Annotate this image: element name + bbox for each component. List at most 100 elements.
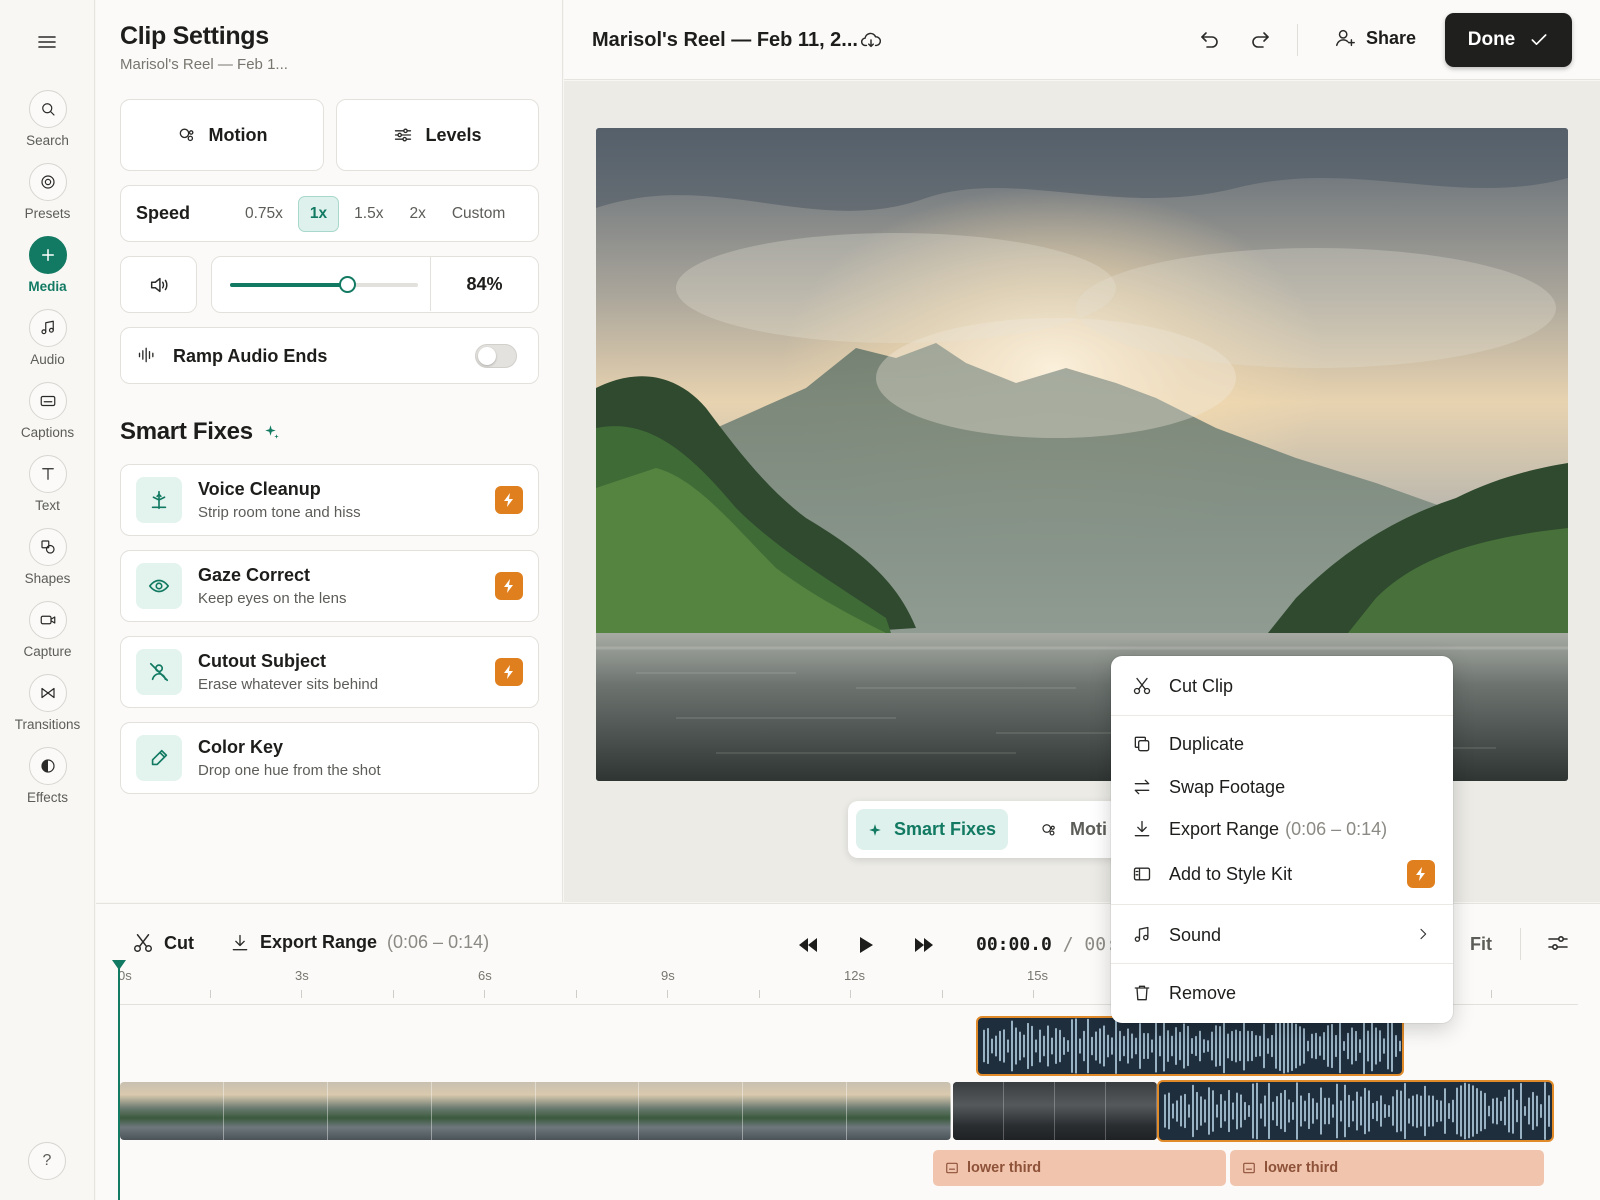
volume-slider[interactable] xyxy=(230,276,418,293)
ruler-tick xyxy=(850,990,851,998)
speed-option-1.5x[interactable]: 1.5x xyxy=(343,197,394,231)
video-clip-dark[interactable] xyxy=(953,1082,1157,1140)
premium-bolt-icon xyxy=(495,486,523,514)
cut-button[interactable]: Cut xyxy=(132,932,194,954)
rail-item-capture[interactable]: Capture xyxy=(0,601,95,659)
panel-title: Clip Settings xyxy=(120,22,269,50)
lower-third-clip[interactable]: lower third xyxy=(933,1150,1226,1186)
presets-icon xyxy=(28,163,67,201)
cloud-sync-icon[interactable] xyxy=(860,30,882,50)
fix-description: Strip room tone and hiss xyxy=(198,504,361,521)
tick-label: 3s xyxy=(295,968,309,983)
eyedropper-icon xyxy=(136,735,182,781)
play-button[interactable] xyxy=(851,930,881,960)
menu-item-cut-clip[interactable]: Cut Clip xyxy=(1111,666,1453,706)
clip-thumbnail xyxy=(1004,1082,1055,1140)
playhead[interactable] xyxy=(112,960,126,1200)
menu-item-add-to-style-kit[interactable]: Add to Style Kit xyxy=(1111,854,1453,894)
play-icon xyxy=(857,935,875,955)
menu-item-label: Duplicate xyxy=(1169,733,1245,754)
menu-item-remove[interactable]: Remove xyxy=(1111,973,1453,1013)
text-icon xyxy=(28,455,67,493)
volume-slider-fill xyxy=(230,283,347,287)
effects-icon xyxy=(28,747,67,785)
camera-icon xyxy=(28,601,67,639)
video-clip-selected-audio[interactable] xyxy=(1157,1080,1554,1142)
duplicate-icon xyxy=(1131,733,1153,755)
smart-fixes-heading: Smart Fixes xyxy=(120,418,281,446)
fix-card-voice-cleanup[interactable]: Voice Cleanup Strip room tone and hiss xyxy=(120,464,539,536)
menu-item-label: Sound xyxy=(1169,924,1222,945)
export-range-label: Export Range xyxy=(260,932,378,952)
trash-icon xyxy=(1131,982,1153,1004)
ruler-tick xyxy=(575,990,577,998)
redo-icon[interactable] xyxy=(1248,28,1272,52)
hamburger-menu-icon[interactable] xyxy=(35,30,59,54)
rail-item-shapes[interactable]: Shapes xyxy=(0,528,95,586)
timeline-settings-icon[interactable] xyxy=(1546,931,1570,955)
motion-button[interactable]: Motion xyxy=(120,99,324,171)
title-card-icon xyxy=(1242,1161,1256,1175)
mode-smart-fixes[interactable]: Smart Fixes xyxy=(856,809,1008,850)
levels-button[interactable]: Levels xyxy=(336,99,539,171)
menu-item-swap-footage[interactable]: Swap Footage xyxy=(1111,767,1453,807)
menu-item-duplicate[interactable]: Duplicate xyxy=(1111,724,1453,764)
music-note-icon xyxy=(1131,924,1153,946)
rail-item-transitions[interactable]: Transitions xyxy=(0,674,95,732)
tick-label: 6s xyxy=(478,968,492,983)
fix-title: Gaze Correct xyxy=(198,565,311,585)
eye-icon xyxy=(136,563,182,609)
lower-third-clip[interactable]: lower third xyxy=(1230,1150,1544,1186)
mode-motion[interactable]: Moti xyxy=(1040,809,1107,850)
video-clip-landscape[interactable] xyxy=(120,1082,951,1140)
audio-clip-selected[interactable] xyxy=(976,1016,1404,1076)
ruler-tick xyxy=(1033,990,1034,998)
audio-waveform xyxy=(1164,1082,1550,1140)
menu-item-export-range[interactable]: Export Range (0:06 – 0:14) xyxy=(1111,809,1453,849)
rail-item-media[interactable]: Media xyxy=(0,236,95,294)
volume-slider-thumb[interactable] xyxy=(338,276,356,293)
rail-label: Transitions xyxy=(14,717,81,732)
speed-option-1x[interactable]: 1x xyxy=(297,195,340,232)
help-button[interactable]: ? xyxy=(28,1142,66,1180)
rail-item-search[interactable]: Search xyxy=(0,90,95,148)
undo-icon[interactable] xyxy=(1198,28,1222,52)
plus-icon xyxy=(28,236,67,274)
fix-card-gaze-correct[interactable]: Gaze Correct Keep eyes on the lens xyxy=(120,550,539,622)
export-range-button[interactable]: Export Range (0:06 – 0:14) xyxy=(230,932,489,953)
speed-option-custom[interactable]: Custom xyxy=(441,197,516,231)
rail-item-captions[interactable]: Captions xyxy=(0,382,95,440)
speed-option-2x[interactable]: 2x xyxy=(398,197,436,231)
transitions-icon xyxy=(28,674,67,712)
premium-bolt-icon xyxy=(495,572,523,600)
mute-button[interactable] xyxy=(120,256,197,313)
panel-subtitle: Marisol's Reel — Feb 1... xyxy=(120,56,288,73)
fix-card-cutout-subject[interactable]: Cutout Subject Erase whatever sits behin… xyxy=(120,636,539,708)
fit-button[interactable]: Fit xyxy=(1470,934,1492,955)
lower-third-label: lower third xyxy=(1264,1160,1339,1176)
menu-item-range: (0:06 – 0:14) xyxy=(1285,818,1388,839)
menu-divider xyxy=(1111,963,1453,964)
project-title[interactable]: Marisol's Reel — Feb 11, 2... xyxy=(592,29,858,52)
clip-thumbnail xyxy=(847,1082,951,1140)
fix-card-color-key[interactable]: Color Key Drop one hue from the shot xyxy=(120,722,539,794)
menu-item-label: Add to Style Kit xyxy=(1169,863,1293,884)
rewind-button[interactable] xyxy=(793,930,823,960)
rail-label: Audio xyxy=(30,352,65,367)
fix-text: Color Key Drop one hue from the shot xyxy=(198,737,523,779)
ramp-audio-toggle[interactable] xyxy=(475,344,517,368)
tick-label: 12s xyxy=(844,968,865,983)
speed-label: Speed xyxy=(136,203,191,223)
rail-item-audio[interactable]: Audio xyxy=(0,309,95,367)
share-label: Share xyxy=(1366,27,1417,48)
rail-item-effects[interactable]: Effects xyxy=(0,747,95,805)
speed-option-0.75x[interactable]: 0.75x xyxy=(234,197,294,231)
ruler-tick xyxy=(941,990,943,998)
clip-thumbnail xyxy=(327,1082,432,1140)
fast-forward-button[interactable] xyxy=(909,930,939,960)
rail-item-presets[interactable]: Presets xyxy=(0,163,95,221)
rail-item-text[interactable]: Text xyxy=(0,455,95,513)
share-button[interactable]: Share xyxy=(1334,27,1416,49)
done-button[interactable]: Done xyxy=(1445,13,1572,67)
menu-item-sound[interactable]: Sound xyxy=(1111,915,1453,955)
